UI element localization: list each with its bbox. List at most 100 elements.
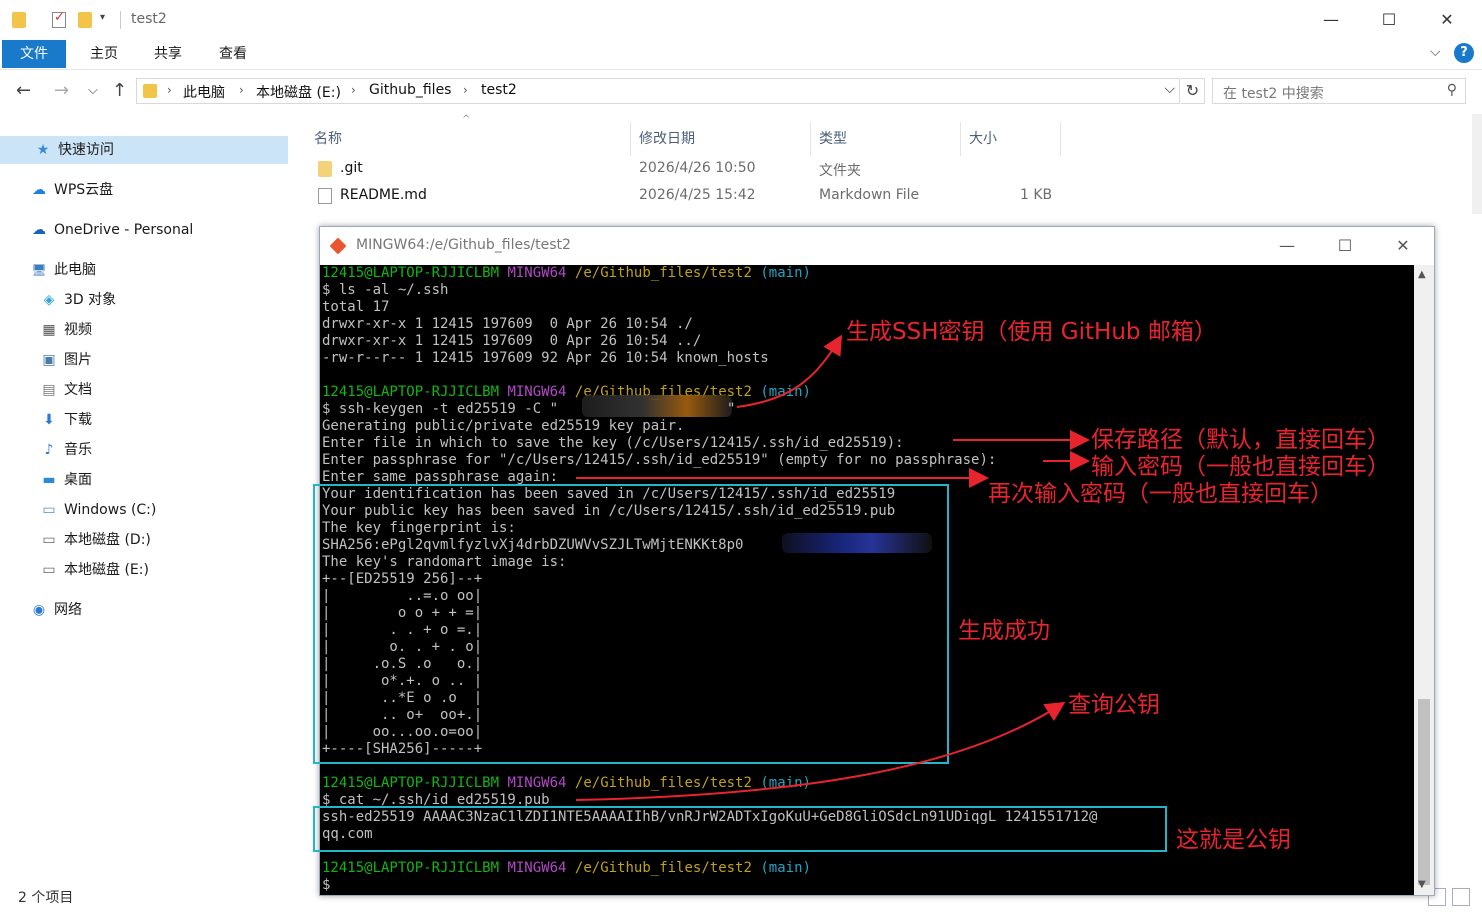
prompt-line: 12415@LAPTOP-RJJICLBM MINGW64 /e/Github_…	[322, 775, 811, 792]
sidebar-item-label: OneDrive - Personal	[54, 222, 194, 238]
annotation-generate-key: 生成SSH密钥（使用 GitHub 邮箱）	[846, 319, 1217, 345]
sidebar-item-label: 图片	[64, 352, 92, 368]
annotation-this-is-key: 这就是公钥	[1176, 827, 1291, 853]
recent-locations-icon[interactable]: ⌵	[88, 83, 98, 98]
scroll-up-icon[interactable]: ▲	[1418, 269, 1426, 280]
tab-file[interactable]: 文件	[2, 40, 66, 68]
breadcrumb-separator[interactable]: ›	[463, 83, 468, 97]
file-row[interactable]: .git 2026/4/26 10:50 文件夹	[290, 156, 1090, 182]
sidebar-item-documents[interactable]: ▤ 文档	[40, 376, 92, 404]
refresh-button[interactable]: ↻	[1181, 78, 1205, 104]
prompt-line: 12415@LAPTOP-RJJICLBM MINGW64 /e/Github_…	[322, 860, 811, 877]
video-icon: ▦	[42, 322, 56, 338]
maximize-button[interactable]: ☐	[1366, 6, 1412, 34]
sidebar-item-desktop[interactable]: ▬ 桌面	[40, 466, 92, 494]
success-highlight-box	[313, 484, 949, 764]
file-date: 2026/4/26 10:50	[639, 160, 756, 176]
prompt-path: /e/Github_files/test2	[574, 860, 752, 876]
breadcrumb-separator[interactable]: ›	[239, 83, 244, 97]
quick-access-dropdown-icon[interactable]: ▾	[100, 12, 105, 23]
column-header-name[interactable]: 名称	[306, 122, 631, 156]
prompt-shell: MINGW64	[507, 860, 567, 876]
search-icon[interactable]: ⚲	[1447, 82, 1457, 98]
column-header-type[interactable]: 类型	[811, 122, 961, 156]
scroll-down-icon[interactable]: ▼	[1418, 879, 1426, 890]
music-icon: ♪	[44, 442, 54, 458]
prompt-user: 12415@LAPTOP-RJJICLBM	[322, 775, 500, 791]
terminal-maximize-button[interactable]: ☐	[1320, 232, 1370, 260]
back-icon[interactable]: ←	[16, 80, 31, 101]
sidebar-item-3d-objects[interactable]: ◈ 3D 对象	[40, 286, 117, 314]
folder-icon[interactable]	[12, 12, 26, 28]
up-icon[interactable]: ↑	[112, 80, 127, 101]
breadcrumb-test2[interactable]: test2	[481, 82, 517, 98]
search-box[interactable]: 在 test2 中搜索 ⚲	[1212, 78, 1466, 104]
column-header-date[interactable]: 修改日期	[631, 122, 811, 156]
tab-view[interactable]: 查看	[201, 40, 265, 68]
large-icons-view-icon[interactable]	[1452, 888, 1470, 906]
terminal-scrollbar[interactable]: ▲ ▼	[1414, 265, 1434, 895]
file-date: 2026/4/25 15:42	[639, 187, 756, 203]
sidebar-item-drive-d[interactable]: ▭ 本地磁盘 (D:)	[40, 526, 151, 554]
breadcrumb-github-files[interactable]: Github_files	[369, 82, 451, 98]
sidebar-item-quick-access[interactable]: ★ 快速访问	[0, 136, 288, 164]
sidebar-item-onedrive[interactable]: ☁ OneDrive - Personal	[30, 216, 193, 244]
sidebar-item-network[interactable]: ◉ 网络	[30, 596, 82, 624]
sidebar-item-music[interactable]: ♪ 音乐	[40, 436, 92, 464]
sidebar-item-downloads[interactable]: ⬇ 下载	[40, 406, 92, 434]
terminal-quote: "	[727, 401, 736, 417]
column-header-size[interactable]: 大小	[961, 122, 1061, 156]
tab-share[interactable]: 共享	[136, 40, 200, 68]
sidebar-item-wps-cloud[interactable]: ☁ WPS云盘	[30, 176, 113, 204]
explorer-scrollbar[interactable]	[1472, 114, 1482, 214]
sidebar-item-label: 本地磁盘 (D:)	[64, 532, 151, 548]
folder-icon	[318, 161, 332, 177]
drive-c-icon: ▭	[42, 502, 56, 518]
sidebar-item-videos[interactable]: ▦ 视频	[40, 316, 92, 344]
search-input[interactable]: 在 test2 中搜索	[1223, 83, 1324, 103]
cloud-icon: ☁	[32, 182, 46, 198]
file-row[interactable]: README.md 2026/4/25 15:42 Markdown File …	[290, 183, 1090, 209]
ribbon-expand-icon[interactable]: ⌵	[1430, 44, 1441, 60]
title-divider	[120, 11, 121, 29]
network-icon: ◉	[32, 602, 46, 618]
cube-icon: ◈	[43, 292, 55, 308]
sidebar-item-label: 网络	[54, 602, 82, 618]
terminal-minimize-button[interactable]: —	[1262, 232, 1312, 260]
breadcrumb-separator[interactable]: ›	[351, 83, 356, 97]
sidebar-item-drive-c[interactable]: ▭ Windows (C:)	[40, 496, 156, 524]
close-button[interactable]: ✕	[1424, 6, 1470, 34]
address-dropdown-icon[interactable]: ⌵	[1164, 81, 1175, 97]
help-button[interactable]: ?	[1454, 43, 1474, 63]
breadcrumb-separator[interactable]: ›	[167, 83, 172, 97]
sidebar-item-pictures[interactable]: ▣ 图片	[40, 346, 92, 374]
sidebar-item-label: 文档	[64, 382, 92, 398]
sidebar-item-drive-e[interactable]: ▭ 本地磁盘 (E:)	[40, 556, 149, 584]
minimize-button[interactable]: —	[1308, 6, 1354, 34]
onedrive-icon: ☁	[32, 222, 46, 238]
forward-icon[interactable]: →	[54, 80, 69, 101]
prompt-branch: (main)	[760, 775, 811, 791]
scroll-thumb[interactable]	[1418, 699, 1430, 885]
breadcrumb-this-pc[interactable]: 此电脑	[183, 82, 225, 102]
prompt-user: 12415@LAPTOP-RJJICLBM	[322, 860, 500, 876]
computer-icon: 🖥	[31, 263, 47, 277]
tab-home[interactable]: 主页	[72, 40, 136, 68]
desktop-icon: ▬	[42, 472, 56, 488]
prompt-shell: MINGW64	[507, 384, 567, 400]
terminal-title: MINGW64:/e/Github_files/test2	[356, 237, 571, 253]
terminal-line: -rw-r--r-- 1 12415 197609 92 Apr 26 10:5…	[322, 350, 769, 366]
file-list: ^ 名称 修改日期 类型 大小 .git 2026/4/26 10:50 文件夹…	[290, 114, 1482, 224]
file-name: .git	[340, 160, 363, 176]
terminal-input-line[interactable]: $	[322, 877, 339, 894]
new-folder-icon[interactable]	[78, 12, 92, 28]
title-bar: ▾ test2 — ☐ ✕	[0, 0, 1482, 40]
terminal-close-button[interactable]: ✕	[1378, 232, 1428, 260]
address-bar[interactable]: › 此电脑 › 本地磁盘 (E:) › Github_files › test2…	[136, 78, 1180, 104]
breadcrumb-drive-e[interactable]: 本地磁盘 (E:)	[256, 82, 341, 102]
properties-icon[interactable]	[52, 10, 66, 28]
terminal-line: drwxr-xr-x 1 12415 197609 0 Apr 26 10:54…	[322, 316, 693, 332]
document-icon: ▤	[42, 382, 56, 398]
file-type: 文件夹	[819, 163, 861, 179]
sidebar-item-this-pc[interactable]: 🖥 此电脑	[30, 256, 96, 284]
